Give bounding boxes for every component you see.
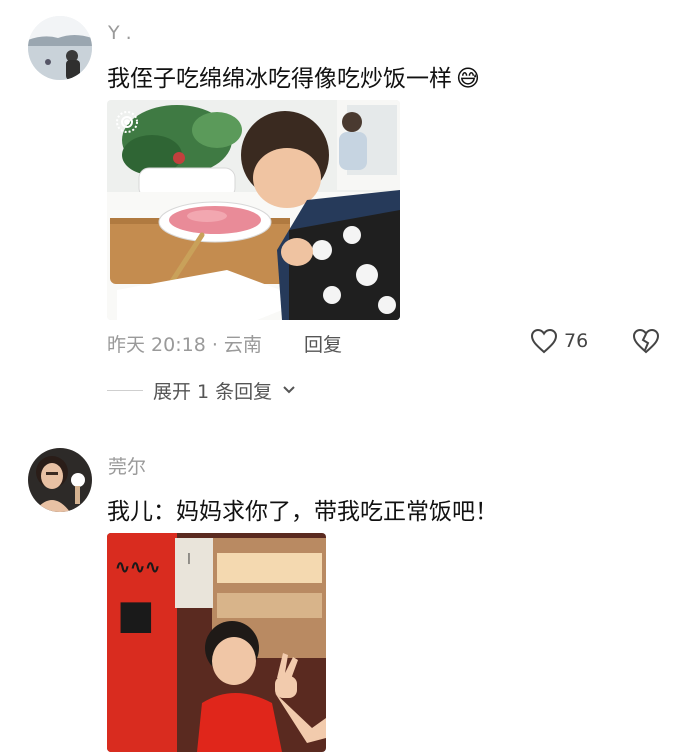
comment-photo[interactable]: ∿∿∿ ■ 丨 xyxy=(107,533,326,752)
svg-text:丨: 丨 xyxy=(183,552,195,566)
svg-text:■: ■ xyxy=(117,592,155,638)
like-button[interactable]: 76 xyxy=(530,328,588,354)
expand-replies-label[interactable]: 展开 1 条回复 xyxy=(153,377,272,404)
reply-button[interactable]: 回复 xyxy=(304,330,342,357)
expand-replies[interactable]: 展开 1 条回复 xyxy=(107,377,296,404)
like-count: 76 xyxy=(564,330,589,352)
grin-sweat-emoji-icon: 😅 xyxy=(456,66,480,92)
divider-line xyxy=(107,390,143,391)
username[interactable]: 莞尔 xyxy=(108,452,146,479)
broken-heart-icon xyxy=(632,328,660,354)
chevron-down-icon xyxy=(282,383,296,399)
svg-text:∿∿∿: ∿∿∿ xyxy=(115,557,160,577)
dislike-button[interactable] xyxy=(632,328,660,358)
username[interactable]: Y . xyxy=(108,22,132,44)
heart-icon xyxy=(530,328,558,354)
avatar[interactable] xyxy=(28,448,92,512)
comment-text-content: 我侄子吃绵绵冰吃得像吃炒饭一样 xyxy=(107,66,452,92)
comment-text: 我侄子吃绵绵冰吃得像吃炒饭一样 😅 xyxy=(107,59,480,93)
comment-meta: 昨天 20:18 · 云南 xyxy=(107,334,262,356)
comment-text: 我儿：妈妈求你了，带我吃正常饭吧！ xyxy=(107,499,498,525)
avatar[interactable] xyxy=(28,16,92,80)
comment-photo[interactable] xyxy=(107,100,400,320)
